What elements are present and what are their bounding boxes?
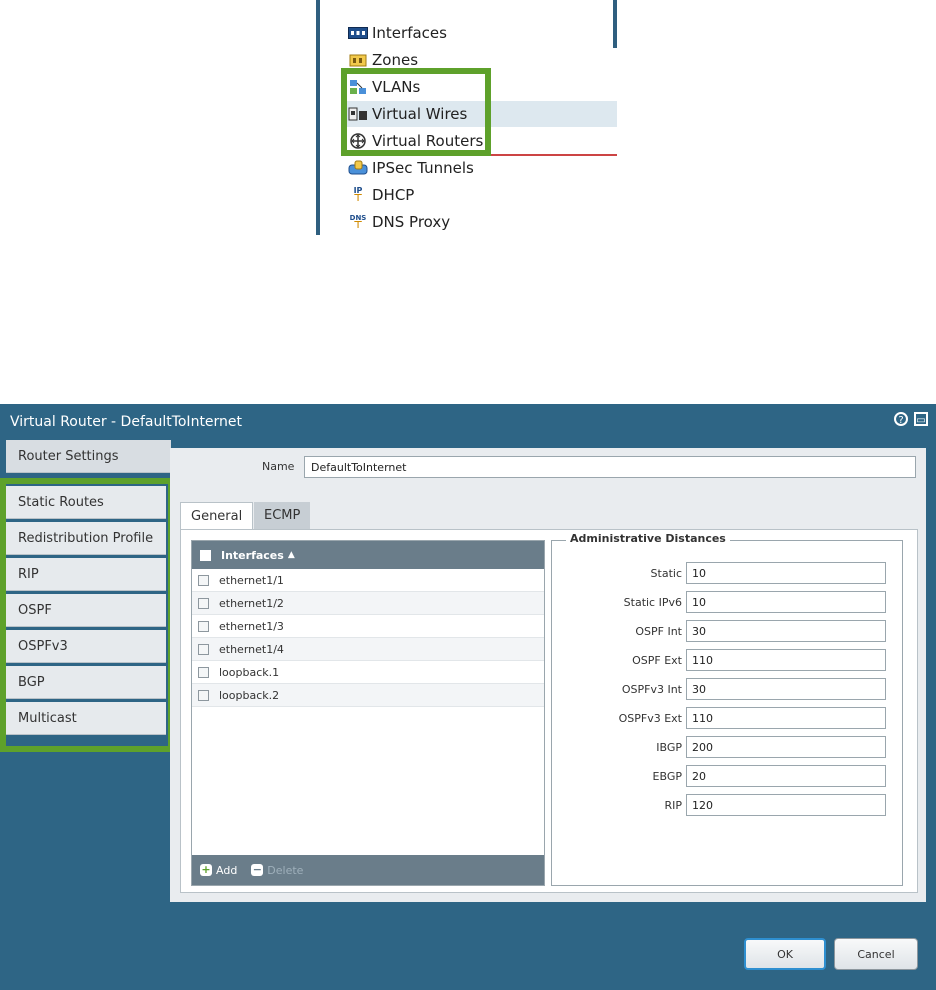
menu-item-label: DHCP xyxy=(372,186,415,204)
dns-proxy-icon: DNS ⊤ xyxy=(348,214,368,231)
interface-name: ethernet1/2 xyxy=(219,596,284,610)
row-checkbox[interactable] xyxy=(198,620,209,632)
ad-row-ospfv3-ext: OSPFv3 Ext 110 xyxy=(552,706,892,730)
plus-icon: + xyxy=(200,863,212,876)
dhcp-icon-base: ⊤ xyxy=(353,193,363,204)
ad-row-static-ipv6: Static IPv6 10 xyxy=(552,590,892,614)
tab-general[interactable]: General xyxy=(180,502,254,530)
name-field[interactable]: DefaultToInternet xyxy=(304,456,916,478)
highlight-box-menu xyxy=(341,68,491,156)
sort-asc-icon: ▲ xyxy=(287,550,295,560)
ad-row-ospf-int: OSPF Int 30 xyxy=(552,619,892,643)
help-icon[interactable]: ? xyxy=(894,412,908,426)
menu-item-dns-proxy[interactable]: DNS ⊤ DNS Proxy xyxy=(348,209,617,235)
highlight-box-tabs xyxy=(0,478,174,752)
row-checkbox[interactable] xyxy=(198,597,209,609)
ad-rip-input[interactable]: 120 xyxy=(686,794,886,816)
menu-item-label: Interfaces xyxy=(372,24,447,42)
ad-row-ospfv3-int: OSPFv3 Int 30 xyxy=(552,677,892,701)
interface-name: loopback.1 xyxy=(219,665,280,679)
menu-item-ipsec-tunnels[interactable]: IPSec Tunnels xyxy=(348,155,617,181)
select-all-checkbox[interactable] xyxy=(200,549,211,561)
interfaces-header[interactable]: Interfaces ▲ xyxy=(192,541,544,569)
ad-ospfv3-ext-input[interactable]: 110 xyxy=(686,707,886,729)
table-row[interactable]: ethernet1/3 xyxy=(192,615,544,638)
ad-row-ospf-ext: OSPF Ext 110 xyxy=(552,648,892,672)
interfaces-grid: Interfaces ▲ ethernet1/1 ethernet1/2 eth… xyxy=(191,540,545,886)
ad-label: OSPF Int xyxy=(635,624,682,638)
ad-static-input[interactable]: 10 xyxy=(686,562,886,584)
ad-label: OSPFv3 Int xyxy=(621,682,682,696)
ad-ospfv3-int-input[interactable]: 30 xyxy=(686,678,886,700)
interfaces-icon xyxy=(348,25,368,41)
cancel-button[interactable]: Cancel xyxy=(834,938,918,970)
interface-name: ethernet1/1 xyxy=(219,573,284,587)
menu-item-label: Zones xyxy=(372,51,419,69)
admin-distances-group: Administrative Distances Static 10 Stati… xyxy=(551,532,903,886)
row-checkbox[interactable] xyxy=(198,643,209,655)
add-button[interactable]: + Add xyxy=(200,864,237,877)
ad-ebgp-input[interactable]: 20 xyxy=(686,765,886,787)
ad-row-static: Static 10 xyxy=(552,561,892,585)
tab-ecmp[interactable]: ECMP xyxy=(254,502,311,529)
general-tab-panel: Interfaces ▲ ethernet1/1 ethernet1/2 eth… xyxy=(180,529,918,893)
table-row[interactable]: loopback.1 xyxy=(192,661,544,684)
row-checkbox[interactable] xyxy=(198,666,209,678)
name-label: Name xyxy=(262,460,295,473)
interface-name: ethernet1/4 xyxy=(219,642,284,656)
table-row[interactable]: loopback.2 xyxy=(192,684,544,707)
ad-label: Static IPv6 xyxy=(623,595,682,609)
table-row[interactable]: ethernet1/1 xyxy=(192,569,544,592)
row-checkbox[interactable] xyxy=(198,574,209,586)
dns-icon-base: ⊤ xyxy=(353,220,363,231)
menu-item-interfaces[interactable]: Interfaces xyxy=(348,20,617,46)
row-checkbox[interactable] xyxy=(198,689,209,701)
ad-label: EBGP xyxy=(652,769,682,783)
ad-ibgp-input[interactable]: 200 xyxy=(686,736,886,758)
ad-label: OSPFv3 Ext xyxy=(618,711,682,725)
interface-name: ethernet1/3 xyxy=(219,619,284,633)
ad-label: IBGP xyxy=(656,740,682,754)
ad-label: RIP xyxy=(664,798,682,812)
ad-ospf-int-input[interactable]: 30 xyxy=(686,620,886,642)
minus-icon: − xyxy=(251,863,264,876)
dhcp-icon: IP ⊤ xyxy=(348,187,368,204)
ad-label: Static xyxy=(650,566,682,580)
maximize-icon[interactable]: ▭ xyxy=(914,412,928,426)
admin-distances-title: Administrative Distances xyxy=(566,532,730,545)
ad-row-rip: RIP 120 xyxy=(552,793,892,817)
ad-ospf-ext-input[interactable]: 110 xyxy=(686,649,886,671)
menu-item-dhcp[interactable]: IP ⊤ DHCP xyxy=(348,182,617,208)
ad-label: OSPF Ext xyxy=(632,653,682,667)
interface-name: loopback.2 xyxy=(219,688,280,702)
add-label: Add xyxy=(216,863,238,877)
interfaces-header-label: Interfaces xyxy=(221,548,284,562)
table-row[interactable]: ethernet1/4 xyxy=(192,638,544,661)
ipsec-tunnels-icon xyxy=(348,160,368,176)
menu-item-label: IPSec Tunnels xyxy=(372,159,474,177)
table-row[interactable]: ethernet1/2 xyxy=(192,592,544,615)
delete-label: Delete xyxy=(267,863,304,877)
router-settings-panel: Name DefaultToInternet General ECMP Inte… xyxy=(170,448,926,902)
menu-item-label: DNS Proxy xyxy=(372,213,451,231)
ad-static-ipv6-input[interactable]: 10 xyxy=(686,591,886,613)
interfaces-list: ethernet1/1 ethernet1/2 ethernet1/3 ethe… xyxy=(192,569,544,707)
interfaces-toolbar: + Add − Delete xyxy=(192,855,544,885)
zones-icon xyxy=(348,52,368,68)
tab-router-settings[interactable]: Router Settings xyxy=(6,440,171,473)
delete-button[interactable]: − Delete xyxy=(251,864,303,877)
ok-button[interactable]: OK xyxy=(744,938,826,970)
ad-row-ibgp: IBGP 200 xyxy=(552,735,892,759)
ad-row-ebgp: EBGP 20 xyxy=(552,764,892,788)
virtual-router-dialog: Virtual Router - DefaultToInternet ? ▭ R… xyxy=(0,404,936,990)
dialog-title: Virtual Router - DefaultToInternet xyxy=(10,414,243,430)
